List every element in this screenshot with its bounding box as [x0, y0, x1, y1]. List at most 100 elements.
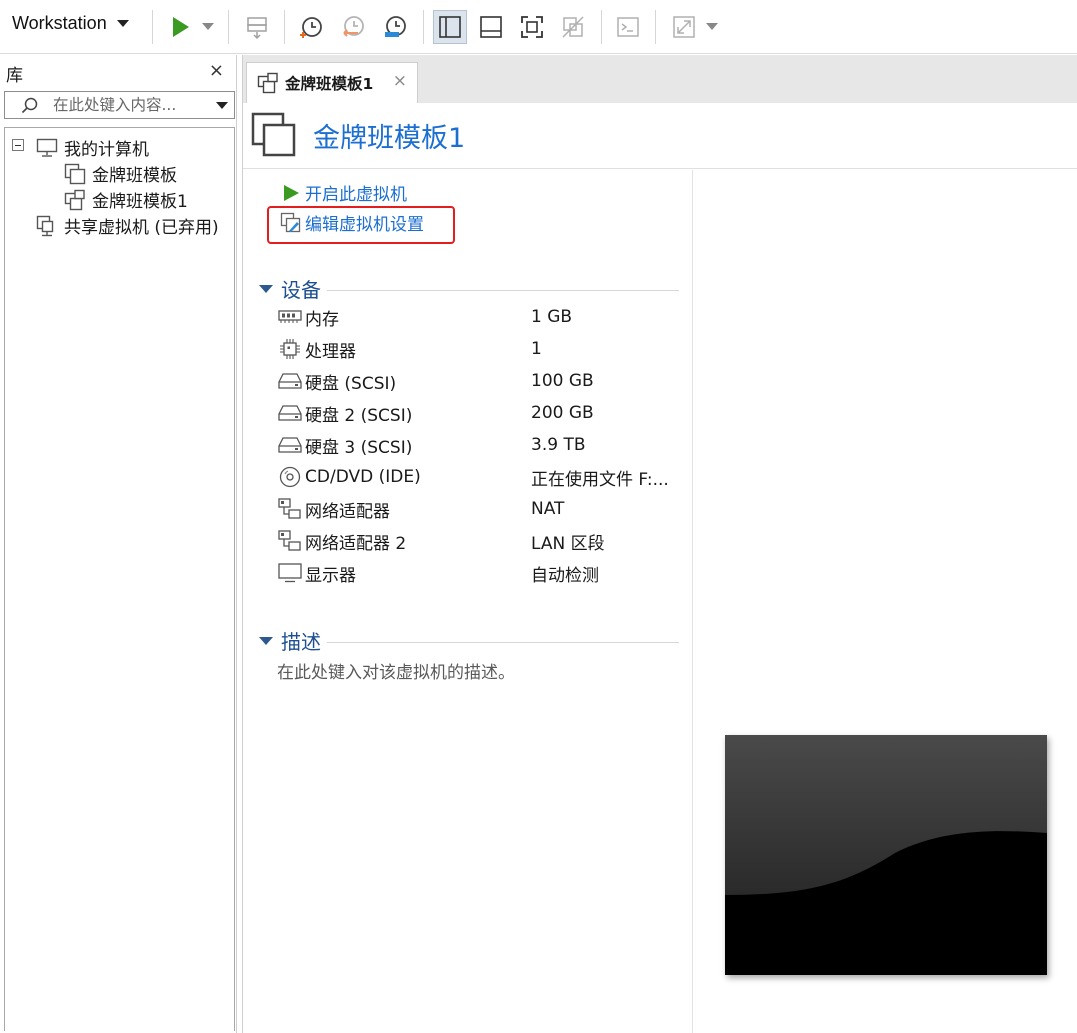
- tree-item-label: 我的计算机: [64, 140, 149, 160]
- device-row-hard-disk-2[interactable]: 硬盘 2 (SCSI) 200 GB: [277, 398, 687, 428]
- device-row-hard-disk-3[interactable]: 硬盘 3 (SCSI) 3.9 TB: [277, 430, 687, 460]
- thumbnail-bar-icon: [480, 16, 502, 38]
- workstation-menu-label: Workstation: [12, 13, 107, 33]
- devices-section-header[interactable]: 设备: [259, 274, 679, 303]
- tree-item-label: 金牌班模板1: [92, 192, 188, 212]
- revert-snapshot-button[interactable]: [336, 10, 370, 44]
- devices-section-title: 设备: [281, 278, 321, 302]
- section-divider: [327, 290, 679, 291]
- tree-item-shared-vms[interactable]: 共享虚拟机 (已弃用): [36, 213, 219, 238]
- device-name: 硬盘 2 (SCSI): [305, 405, 413, 426]
- hard-disk-icon: [277, 401, 303, 425]
- send-keys-button[interactable]: [240, 10, 274, 44]
- tree-item-label: 金牌班模板: [92, 166, 177, 186]
- description-section-title: 描述: [281, 630, 321, 654]
- device-row-hard-disk[interactable]: 硬盘 (SCSI) 100 GB: [277, 366, 687, 396]
- send-ctrl-alt-del-icon: [247, 17, 267, 40]
- cpu-icon: [277, 337, 303, 361]
- tree-item-label: 共享虚拟机 (已弃用): [64, 218, 219, 238]
- vm-screen-thumbnail[interactable]: [725, 735, 1047, 975]
- power-on-vm-label: 开启此虚拟机: [305, 185, 407, 205]
- vm-screen-preview: [725, 735, 1047, 975]
- vm-open-icon: [257, 72, 279, 94]
- hard-disk-icon: [277, 433, 303, 457]
- device-name: 处理器: [305, 341, 356, 362]
- stretch-icon: [673, 16, 695, 38]
- device-name: 硬盘 (SCSI): [305, 373, 397, 394]
- device-row-display[interactable]: 显示器 自动检测: [277, 558, 687, 588]
- close-icon[interactable]: ×: [209, 60, 224, 81]
- toolbar-divider: [284, 10, 285, 44]
- device-value: 1 GB: [531, 307, 573, 327]
- toolbar-divider: [655, 10, 656, 44]
- library-search[interactable]: [4, 91, 235, 119]
- collapse-triangle-icon: [259, 636, 273, 645]
- library-view-icon: [439, 16, 461, 38]
- display-icon: [277, 561, 303, 585]
- device-name: CD/DVD (IDE): [305, 467, 421, 487]
- search-dropdown-icon[interactable]: [216, 102, 228, 109]
- toolbar-divider: [228, 10, 229, 44]
- highlight-annotation: [267, 206, 455, 244]
- toolbar: Workstation: [0, 0, 1077, 54]
- device-value: LAN 区段: [531, 533, 605, 554]
- device-name: 内存: [305, 309, 339, 330]
- device-value: 200 GB: [531, 403, 594, 423]
- device-name: 网络适配器 2: [305, 533, 407, 554]
- search-icon: [21, 97, 39, 119]
- play-icon: [173, 17, 189, 37]
- play-icon: [279, 182, 303, 204]
- tree-item-vm-selected[interactable]: 金牌班模板1: [64, 187, 188, 212]
- device-value: 自动检测: [531, 565, 599, 586]
- tree-collapse-toggle[interactable]: [12, 139, 24, 151]
- show-library-button[interactable]: [433, 10, 467, 44]
- tree-item-vm[interactable]: 金牌班模板: [64, 161, 177, 186]
- collapse-triangle-icon: [259, 284, 273, 293]
- device-value: 100 GB: [531, 371, 594, 391]
- snapshot-manager-button[interactable]: [378, 10, 412, 44]
- description-section-header[interactable]: 描述: [259, 626, 679, 655]
- take-snapshot-button[interactable]: [294, 10, 328, 44]
- power-dropdown-icon[interactable]: [202, 23, 214, 30]
- description-input[interactable]: 在此处键入对该虚拟机的描述。: [277, 658, 515, 683]
- library-title: 库: [6, 66, 23, 86]
- device-row-processor[interactable]: 处理器 1: [277, 334, 687, 364]
- library-header: 库 ×: [0, 55, 236, 89]
- unity-icon: [562, 16, 584, 38]
- console-view-button[interactable]: [611, 10, 645, 44]
- search-input[interactable]: [53, 95, 201, 115]
- device-name: 网络适配器: [305, 501, 390, 522]
- snapshot-manager-icon: [385, 16, 406, 37]
- stretch-guest-button[interactable]: [667, 10, 701, 44]
- vm-icon: [64, 163, 86, 185]
- full-screen-button[interactable]: [515, 10, 549, 44]
- unity-button[interactable]: [556, 10, 590, 44]
- tree-item-my-computer[interactable]: 我的计算机: [36, 135, 149, 160]
- vm-details-column: 开启此虚拟机 编辑虚拟机设置 设备 内存 1 GB 处理器 1 硬盘 (SCSI…: [243, 170, 693, 1033]
- close-tab-icon[interactable]: ×: [393, 71, 407, 91]
- tab-vm[interactable]: 金牌班模板1 ×: [246, 62, 418, 103]
- full-screen-icon: [521, 16, 543, 38]
- stretch-dropdown-icon[interactable]: [706, 23, 718, 30]
- chevron-down-icon: [116, 20, 129, 27]
- device-row-memory[interactable]: 内存 1 GB: [277, 302, 687, 332]
- power-on-button[interactable]: [163, 10, 197, 44]
- tab-label: 金牌班模板1: [285, 75, 374, 93]
- computer-icon: [36, 137, 58, 159]
- network-adapter-icon: [277, 497, 303, 521]
- shared-vm-icon: [36, 215, 58, 237]
- device-row-cd-dvd[interactable]: CD/DVD (IDE) 正在使用文件 F:...: [277, 462, 687, 492]
- power-on-vm-link[interactable]: 开启此虚拟机: [279, 180, 407, 205]
- device-value: 正在使用文件 F:...: [531, 469, 669, 490]
- network-adapter-icon: [277, 529, 303, 553]
- snapshot-revert-icon: [343, 16, 364, 37]
- section-divider: [327, 642, 679, 643]
- library-panel: 库 × 我的计算机 金牌班模板 金牌班模板1 共享虚拟机 (已弃用): [0, 55, 237, 1033]
- device-row-network-adapter-2[interactable]: 网络适配器 2 LAN 区段: [277, 526, 687, 556]
- thumbnail-bar-button[interactable]: [474, 10, 508, 44]
- vm-large-icon: [251, 112, 297, 162]
- device-row-network-adapter[interactable]: 网络适配器 NAT: [277, 494, 687, 524]
- device-value: 1: [531, 339, 542, 359]
- cd-dvd-icon: [277, 465, 303, 489]
- workstation-menu[interactable]: Workstation: [12, 13, 129, 34]
